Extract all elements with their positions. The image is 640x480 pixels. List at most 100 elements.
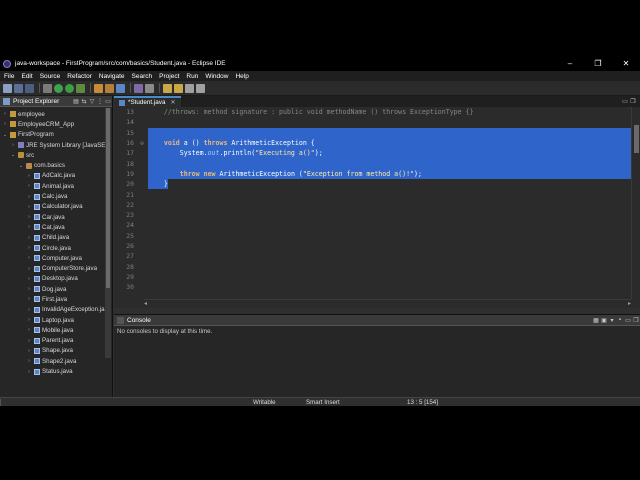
- tree-item[interactable]: › Shape2.java: [0, 356, 112, 366]
- clear-console-icon[interactable]: ▦: [592, 317, 600, 324]
- link-editor-icon[interactable]: ⇆: [80, 98, 88, 105]
- view-menu-icon[interactable]: ⋮: [96, 98, 104, 105]
- tree-item[interactable]: › Shape.java: [0, 346, 112, 356]
- new-class-icon[interactable]: [116, 83, 125, 93]
- code-line[interactable]: 13 //throws: method signature : public v…: [114, 107, 631, 117]
- next-annotation-icon[interactable]: [163, 83, 172, 93]
- tree-item[interactable]: › First.java: [0, 294, 112, 304]
- collapsed-chevron-icon[interactable]: ›: [26, 307, 32, 313]
- tree-item[interactable]: › AdCalc.java: [0, 171, 112, 181]
- tree-item[interactable]: › Car.java: [0, 212, 112, 222]
- tree-item[interactable]: › Animal.java: [0, 181, 112, 191]
- search-icon[interactable]: [145, 83, 154, 93]
- collapsed-chevron-icon[interactable]: ›: [26, 204, 32, 210]
- maximize-editor-icon[interactable]: ❐: [629, 98, 637, 105]
- console-title[interactable]: Console: [127, 317, 151, 324]
- code-line[interactable]: 24: [114, 220, 631, 230]
- code-line[interactable]: 27: [114, 251, 631, 261]
- collapsed-chevron-icon[interactable]: ›: [26, 235, 32, 241]
- menu-run[interactable]: Run: [186, 73, 198, 80]
- menu-edit[interactable]: Edit: [21, 73, 32, 80]
- previous-annotation-icon[interactable]: [174, 83, 183, 93]
- code-line[interactable]: 18: [114, 158, 631, 169]
- tree-item[interactable]: › Dog.java: [0, 284, 112, 294]
- collapsed-chevron-icon[interactable]: ›: [26, 296, 32, 302]
- open-console-icon[interactable]: ▪: [616, 317, 624, 324]
- collapsed-chevron-icon[interactable]: ›: [26, 276, 32, 282]
- tree-item[interactable]: ⌄ src: [0, 150, 112, 160]
- code-line[interactable]: 16 ⊖ void a () throws ArithmeticException…: [114, 137, 631, 149]
- explorer-scrollbar[interactable]: [105, 108, 111, 358]
- scroll-right-icon[interactable]: ▸: [628, 300, 631, 307]
- fold-toggle-icon[interactable]: ⊖: [136, 140, 148, 147]
- collapsed-chevron-icon[interactable]: ›: [26, 286, 32, 292]
- minimize-editor-icon[interactable]: ▭: [621, 98, 629, 105]
- new-icon[interactable]: [3, 83, 12, 93]
- run-icon[interactable]: [65, 83, 74, 93]
- back-icon[interactable]: [185, 83, 194, 93]
- debug-icon[interactable]: [54, 83, 63, 93]
- close-tab-icon[interactable]: ✕: [170, 99, 175, 106]
- menu-refactor[interactable]: Refactor: [67, 73, 92, 80]
- tree-item[interactable]: › Calculator.java: [0, 202, 112, 212]
- code-area[interactable]: 13 //throws: method signature : public v…: [114, 107, 631, 299]
- menu-search[interactable]: Search: [132, 73, 153, 80]
- tree-item[interactable]: ⌄ com.basics: [0, 160, 112, 170]
- code-line[interactable]: 19 throw new ArithmeticException ("Excep…: [114, 168, 631, 180]
- tree-item[interactable]: › Computer.java: [0, 253, 112, 263]
- collapsed-chevron-icon[interactable]: ›: [2, 111, 8, 117]
- code-line[interactable]: 15: [114, 127, 631, 138]
- scroll-left-icon[interactable]: ◂: [144, 300, 147, 307]
- tree-item[interactable]: › Circle.java: [0, 243, 112, 253]
- code-line[interactable]: 26: [114, 241, 631, 251]
- terminal-icon[interactable]: [43, 83, 52, 93]
- editor-horizontal-scrollbar[interactable]: ◂ ▸: [144, 299, 631, 308]
- code-line[interactable]: 17 System.out.println("Executing a()");: [114, 148, 631, 159]
- expanded-chevron-icon[interactable]: ⌄: [18, 163, 24, 169]
- menu-window[interactable]: Window: [205, 73, 228, 80]
- filter-icon[interactable]: ▽: [88, 98, 96, 105]
- collapsed-chevron-icon[interactable]: ›: [26, 358, 32, 364]
- display-console-icon[interactable]: ▾: [608, 317, 616, 324]
- code-line[interactable]: 14: [114, 117, 631, 127]
- menu-project[interactable]: Project: [159, 73, 179, 80]
- collapsed-chevron-icon[interactable]: ›: [26, 173, 32, 179]
- menu-help[interactable]: Help: [235, 73, 248, 80]
- collapsed-chevron-icon[interactable]: ›: [26, 348, 32, 354]
- maximize-button[interactable]: ❐: [584, 59, 612, 68]
- collapsed-chevron-icon[interactable]: ›: [26, 194, 32, 200]
- save-icon[interactable]: [14, 83, 23, 93]
- forward-icon[interactable]: [196, 83, 205, 93]
- code-line[interactable]: 29: [114, 272, 631, 282]
- collapsed-chevron-icon[interactable]: ›: [10, 142, 16, 148]
- collapse-all-icon[interactable]: ▤: [72, 98, 80, 105]
- collapsed-chevron-icon[interactable]: ›: [26, 317, 32, 323]
- collapsed-chevron-icon[interactable]: ›: [26, 183, 32, 189]
- minimize-view-icon[interactable]: ▭: [624, 317, 632, 324]
- close-button[interactable]: ✕: [612, 59, 640, 68]
- collapsed-chevron-icon[interactable]: ›: [26, 255, 32, 261]
- tree-item[interactable]: › Child.java: [0, 233, 112, 243]
- external-tools-icon[interactable]: [76, 83, 85, 93]
- tree-item[interactable]: › Mobile.java: [0, 325, 112, 335]
- code-line[interactable]: 28: [114, 261, 631, 271]
- code-line[interactable]: 20 }: [114, 179, 631, 190]
- code-line[interactable]: 25: [114, 231, 631, 241]
- tree-item[interactable]: › ComputerStore.java: [0, 263, 112, 273]
- collapsed-chevron-icon[interactable]: ›: [26, 214, 32, 220]
- minimize-view-icon[interactable]: ▭: [104, 98, 112, 105]
- tree-item[interactable]: › EmployeeCRM_App: [0, 119, 112, 129]
- tree-item[interactable]: › InvalidAgeException.ja: [0, 305, 112, 315]
- tree-item[interactable]: › Status.java: [0, 366, 112, 376]
- editor-vertical-scrollbar[interactable]: [631, 107, 640, 299]
- collapsed-chevron-icon[interactable]: ›: [26, 224, 32, 230]
- tree-item[interactable]: › Parent.java: [0, 336, 112, 346]
- pin-console-icon[interactable]: ▣: [600, 317, 608, 324]
- scrollbar-thumb[interactable]: [106, 108, 110, 288]
- new-java-project-icon[interactable]: [94, 83, 103, 93]
- code-line[interactable]: 22: [114, 200, 631, 210]
- collapsed-chevron-icon[interactable]: ›: [26, 266, 32, 272]
- tree-item[interactable]: ⌄ FirstProgram: [0, 130, 112, 140]
- collapsed-chevron-icon[interactable]: ›: [26, 338, 32, 344]
- tree-item[interactable]: › Desktop.java: [0, 274, 112, 284]
